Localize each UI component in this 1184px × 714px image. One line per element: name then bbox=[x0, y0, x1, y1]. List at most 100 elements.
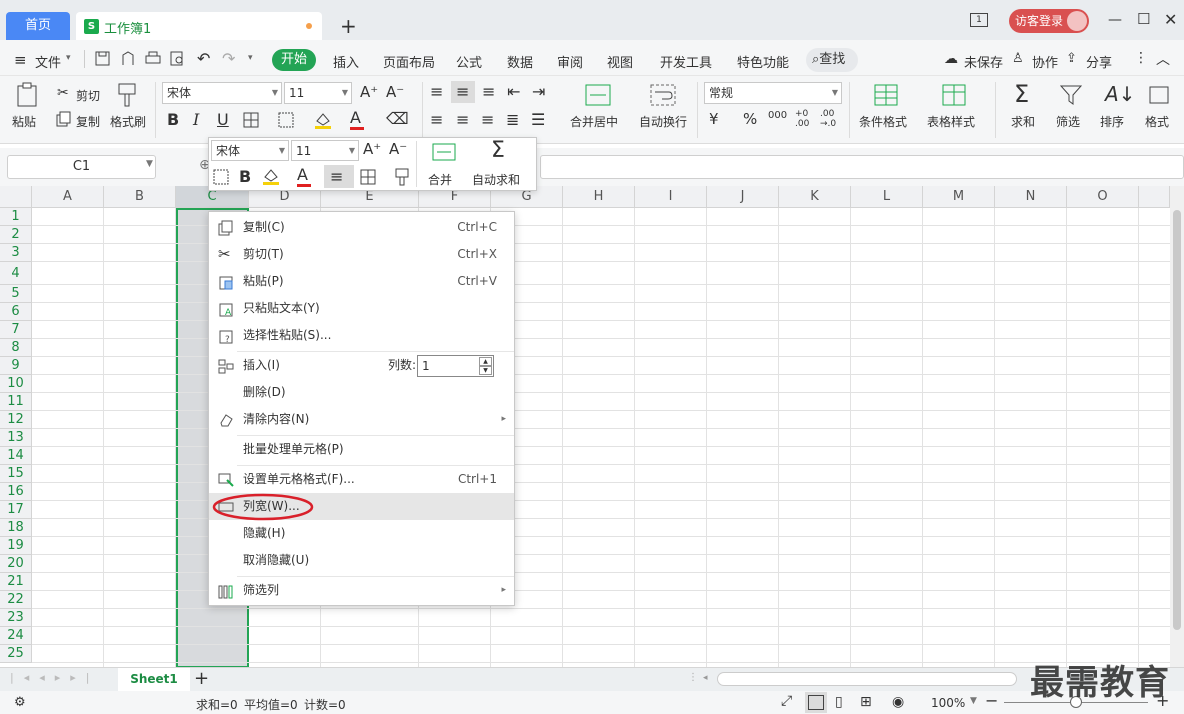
mini-font-color-icon[interactable]: A bbox=[297, 165, 311, 187]
name-box[interactable]: C1 bbox=[7, 155, 156, 179]
stepper-up-icon[interactable]: ▲ bbox=[479, 357, 492, 366]
print-icon[interactable] bbox=[145, 51, 161, 67]
row-header[interactable]: 8 bbox=[0, 339, 32, 357]
column-header[interactable]: M bbox=[923, 186, 995, 208]
spreadsheet-grid[interactable]: A B C D E F G H I J K L M N O 1234567891… bbox=[0, 186, 1170, 667]
align-middle-icon[interactable]: ≡ bbox=[451, 81, 475, 103]
mini-decrease-font-icon[interactable]: A⁻ bbox=[389, 140, 407, 158]
clear-format-icon[interactable]: ⌫ bbox=[386, 109, 409, 128]
menu-home-tab[interactable]: 开始 bbox=[272, 49, 316, 71]
percent-icon[interactable]: % bbox=[743, 110, 757, 128]
tab-workbook[interactable]: S 工作簿1 bbox=[76, 12, 322, 40]
row-header[interactable]: 4 bbox=[0, 262, 32, 285]
cut-label[interactable]: 剪切 bbox=[76, 87, 100, 104]
row-header[interactable]: 6 bbox=[0, 303, 32, 321]
stepper-down-icon[interactable]: ▼ bbox=[479, 366, 492, 375]
eye-protection-icon[interactable]: ◉ bbox=[892, 694, 904, 710]
row-header[interactable]: 10 bbox=[0, 375, 32, 393]
decrease-decimal-icon[interactable]: .00 →.0 bbox=[820, 109, 836, 129]
vertical-scrollbar[interactable] bbox=[1170, 186, 1184, 667]
menu-page-layout[interactable]: 页面布局 bbox=[383, 52, 435, 71]
row-header[interactable]: 11 bbox=[0, 393, 32, 411]
close-icon[interactable]: ✕ bbox=[1164, 10, 1177, 29]
menu-item-hide[interactable]: 隐藏(H) bbox=[209, 520, 514, 547]
undo-icon[interactable]: ↶ bbox=[197, 49, 210, 68]
tab-split-icon[interactable]: ⋮ bbox=[688, 672, 698, 683]
mini-fill-color-icon[interactable] bbox=[262, 167, 280, 185]
menu-formula[interactable]: 公式 bbox=[456, 52, 482, 71]
mini-bold-icon[interactable]: B bbox=[239, 167, 251, 186]
normal-view-icon[interactable] bbox=[805, 692, 827, 713]
menu-item-filter-column[interactable]: 筛选列 ▸ bbox=[209, 577, 514, 604]
menu-item-unhide[interactable]: 取消隐藏(U) bbox=[209, 547, 514, 574]
column-header[interactable]: N bbox=[995, 186, 1067, 208]
menu-item-clear[interactable]: 清除内容(N) ▸ bbox=[209, 406, 514, 433]
number-format-select[interactable]: 常规 ▼ bbox=[704, 82, 842, 104]
row-header[interactable]: 9 bbox=[0, 357, 32, 375]
column-header[interactable]: K bbox=[779, 186, 851, 208]
collapse-ribbon-icon[interactable]: ︿ bbox=[1156, 49, 1170, 69]
table-style-label[interactable]: 表格样式 bbox=[927, 113, 975, 130]
column-header[interactable] bbox=[1139, 186, 1170, 208]
window-layout-icon[interactable]: 1 bbox=[970, 13, 988, 27]
more-icon[interactable]: ⋮ bbox=[1134, 50, 1148, 66]
font-size-select[interactable]: 11 ▼ bbox=[284, 82, 352, 104]
column-header[interactable]: J bbox=[707, 186, 779, 208]
row-header[interactable]: 15 bbox=[0, 465, 32, 483]
font-color-icon[interactable]: A bbox=[350, 108, 364, 130]
row-header[interactable]: 14 bbox=[0, 447, 32, 465]
align-left-icon[interactable]: ≡ bbox=[430, 110, 443, 129]
share-label[interactable]: 分享 bbox=[1086, 52, 1112, 71]
increase-decimal-icon[interactable]: +0.00 bbox=[795, 109, 809, 129]
column-header[interactable]: B bbox=[104, 186, 176, 208]
menu-item-cut[interactable]: ✂ 剪切(T) Ctrl+X bbox=[209, 241, 514, 268]
menu-features[interactable]: 特色功能 bbox=[737, 52, 789, 71]
menu-view[interactable]: 视图 bbox=[607, 52, 633, 71]
row-header[interactable]: 24 bbox=[0, 627, 32, 645]
cloud-icon[interactable]: ☁ bbox=[944, 51, 958, 67]
menu-item-delete[interactable]: 删除(D) bbox=[209, 379, 514, 406]
row-header[interactable]: 7 bbox=[0, 321, 32, 339]
scroll-thumb[interactable] bbox=[1173, 210, 1181, 630]
minimize-icon[interactable]: — bbox=[1108, 12, 1122, 28]
indent-icon[interactable]: ⇥ bbox=[532, 82, 545, 101]
row-header[interactable]: 13 bbox=[0, 429, 32, 447]
fill-pattern-icon[interactable] bbox=[278, 112, 294, 128]
justify-icon[interactable]: ≣ bbox=[506, 110, 519, 129]
mini-autosum-icon[interactable]: Σ bbox=[491, 138, 505, 163]
wrap-text-label[interactable]: 自动换行 bbox=[639, 113, 687, 130]
column-header[interactable]: L bbox=[851, 186, 923, 208]
zoom-dropdown-icon[interactable]: ▼ bbox=[970, 696, 977, 706]
horizontal-scroll-thumb[interactable] bbox=[717, 672, 1017, 686]
row-header[interactable]: 3 bbox=[0, 244, 32, 262]
menu-item-paste-special[interactable]: ? 选择性粘贴(S)... bbox=[209, 322, 514, 349]
column-header[interactable]: H bbox=[563, 186, 635, 208]
collab-icon[interactable]: ♙ bbox=[1012, 51, 1024, 66]
visitor-login-button[interactable]: 访客登录 bbox=[1009, 9, 1089, 33]
align-right-icon[interactable]: ≡ bbox=[481, 110, 494, 129]
wrap-text-icon[interactable] bbox=[650, 84, 676, 106]
menu-review[interactable]: 审阅 bbox=[557, 52, 583, 71]
insert-columns-stepper[interactable]: 1 ▲ ▼ bbox=[417, 355, 494, 377]
row-header[interactable]: 17 bbox=[0, 501, 32, 519]
thousands-icon[interactable]: 000 bbox=[768, 110, 787, 121]
zoom-level[interactable]: 100% bbox=[931, 696, 965, 710]
row-header[interactable]: 2 bbox=[0, 226, 32, 244]
sum-label[interactable]: 求和 bbox=[1011, 113, 1035, 130]
add-sheet-icon[interactable]: + bbox=[194, 668, 209, 689]
page-layout-view-icon[interactable]: ▯ bbox=[835, 694, 843, 710]
mini-increase-font-icon[interactable]: A⁺ bbox=[363, 140, 381, 158]
currency-icon[interactable]: ¥ bbox=[709, 110, 719, 128]
paste-label[interactable]: 粘贴 bbox=[12, 113, 36, 130]
mini-merge-icon[interactable] bbox=[432, 143, 456, 161]
row-header[interactable]: 21 bbox=[0, 573, 32, 591]
filter-label[interactable]: 筛选 bbox=[1056, 113, 1080, 130]
row-header[interactable]: 5 bbox=[0, 285, 32, 303]
align-center-icon[interactable]: ≡ bbox=[456, 110, 469, 129]
zoom-out-icon[interactable]: − bbox=[985, 691, 998, 710]
paste-icon[interactable] bbox=[16, 82, 40, 108]
redo-icon[interactable]: ↷ bbox=[222, 49, 235, 68]
row-header[interactable]: 22 bbox=[0, 591, 32, 609]
menu-item-paste-text[interactable]: A 只粘贴文本(Y) bbox=[209, 295, 514, 322]
menu-insert[interactable]: 插入 bbox=[333, 52, 359, 71]
